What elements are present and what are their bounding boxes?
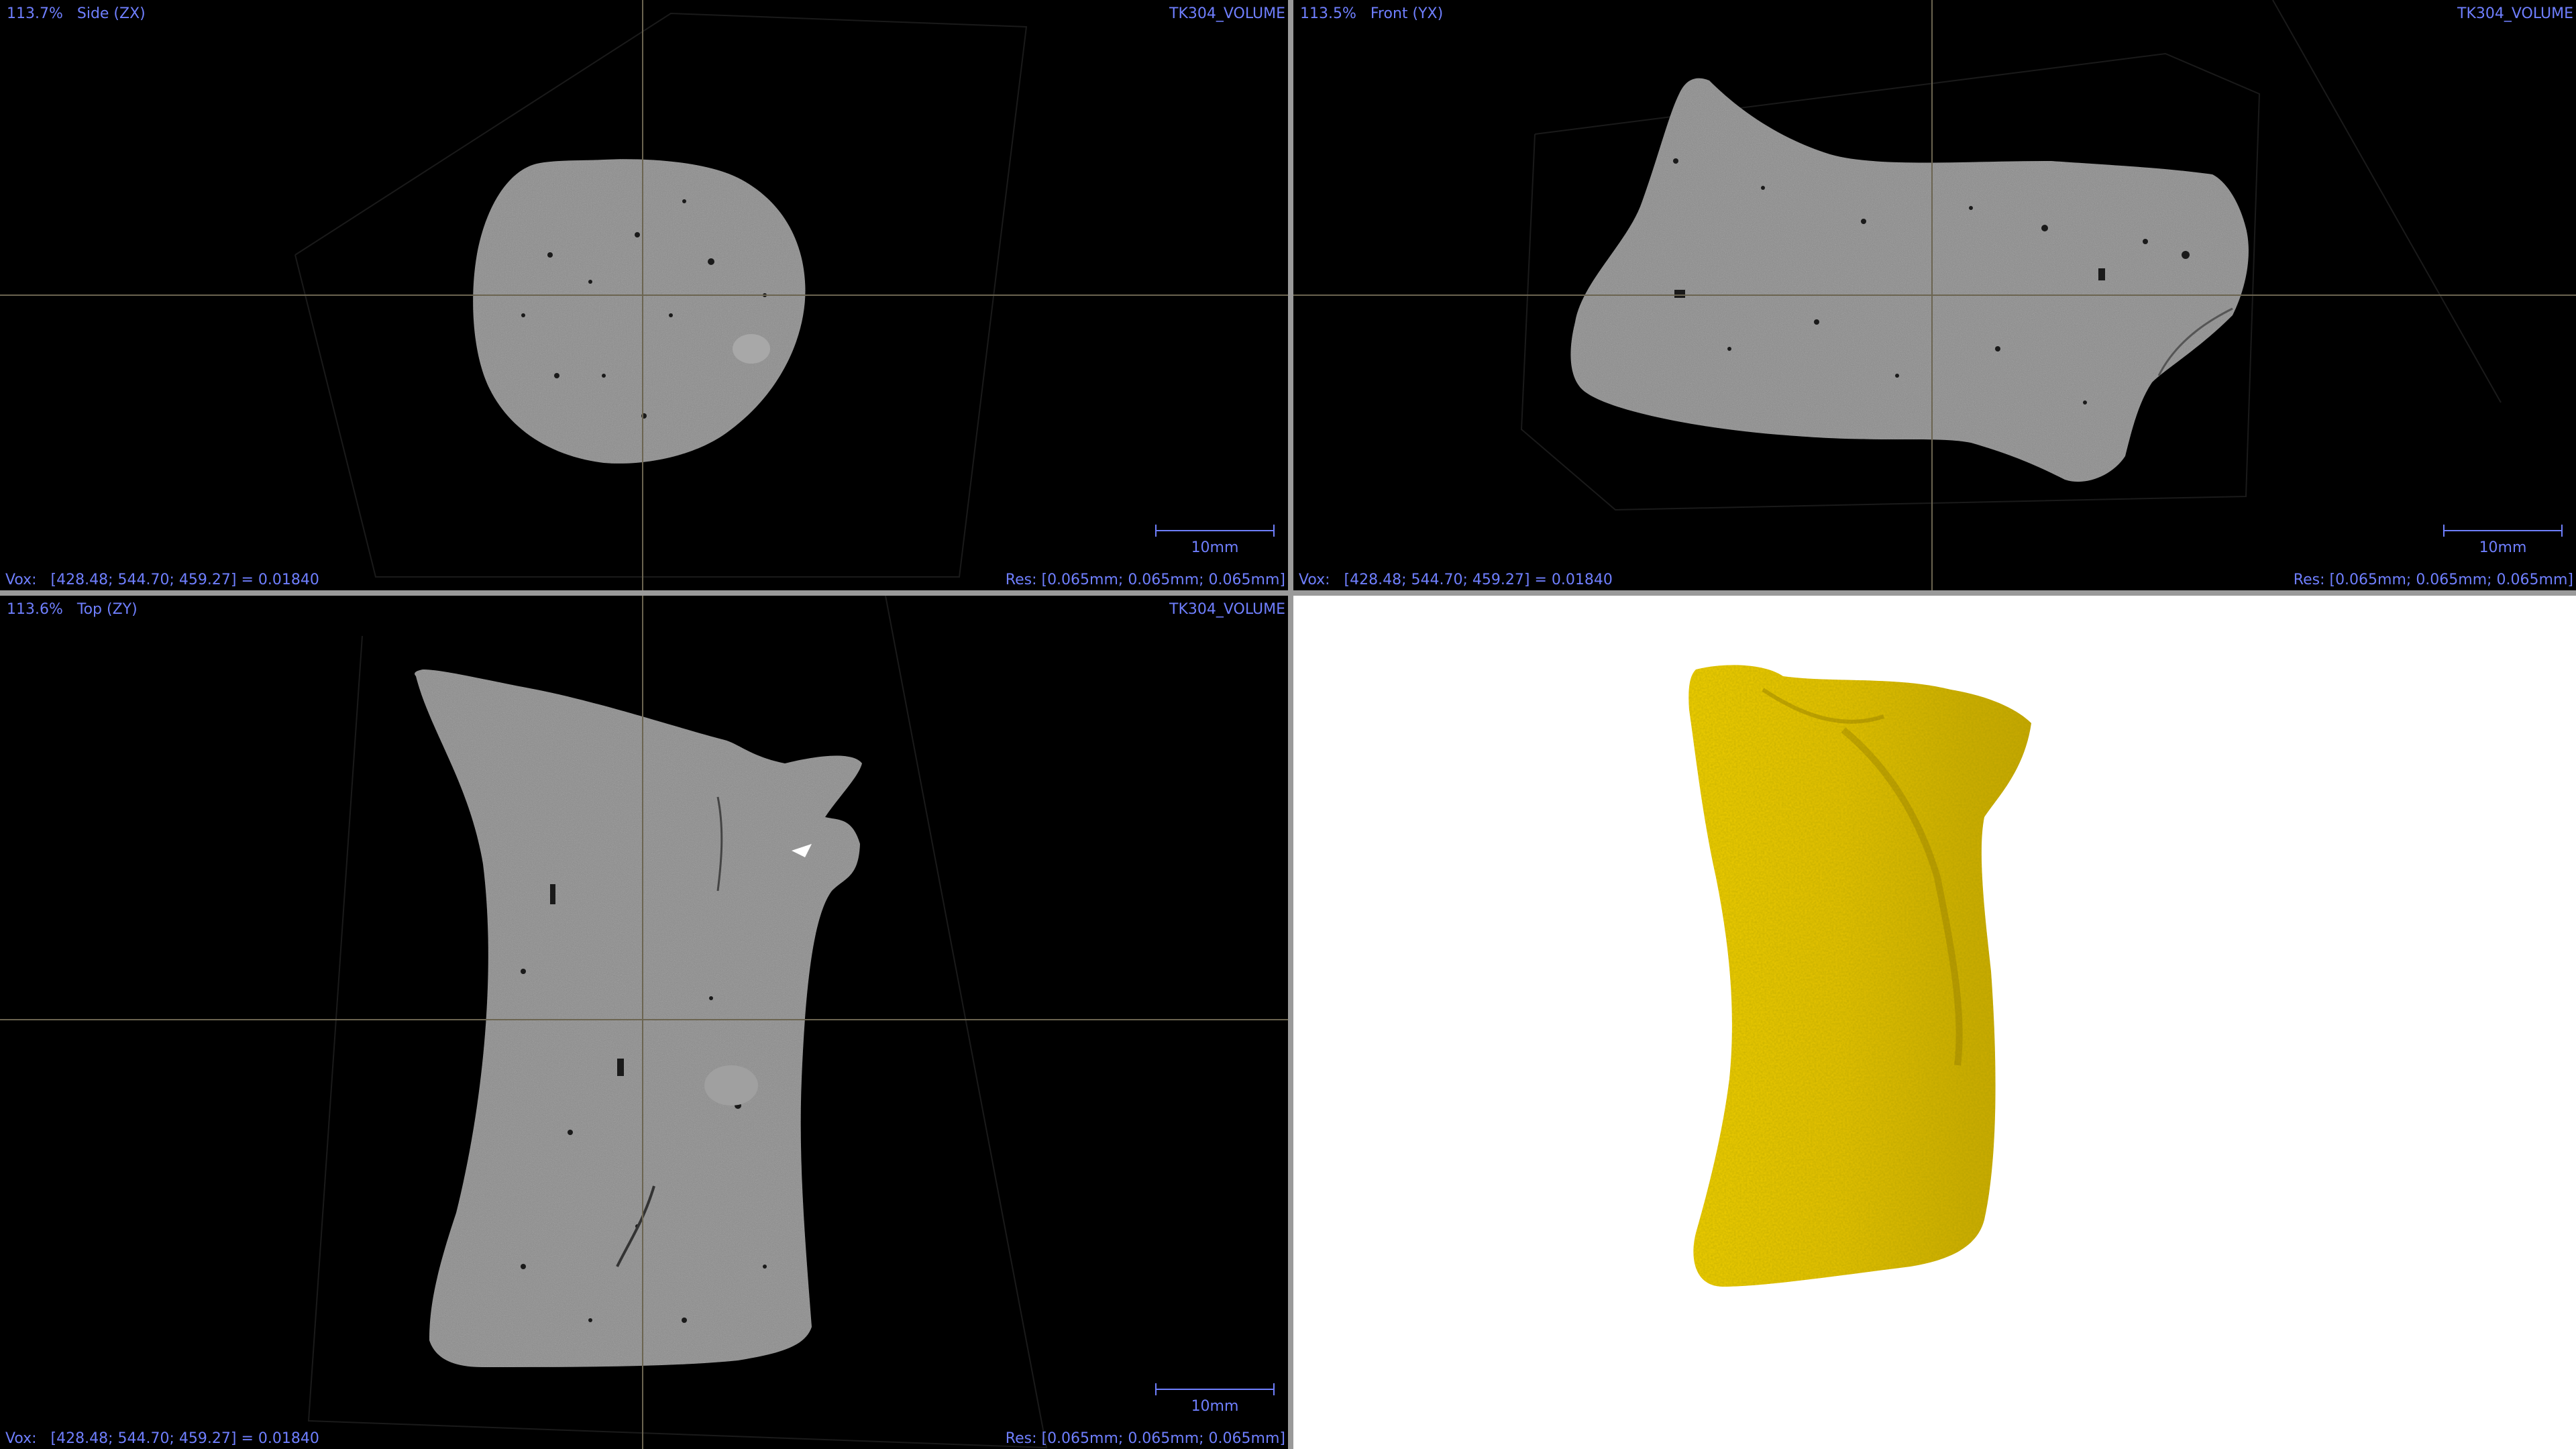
side-zx-viewport[interactable]: 113.7% Side (ZX) TK304_VOLUME Vox: [428.… xyxy=(0,0,1288,590)
scale-bar: 10mm xyxy=(1155,525,1275,556)
vox-readout: Vox: [428.48; 544.70; 459.27] = 0.01840 xyxy=(5,572,319,588)
side-slice-canvas[interactable] xyxy=(0,0,1288,590)
3d-bone-model xyxy=(1688,665,2031,1287)
res-readout: Res: [0.065mm; 0.065mm; 0.065mm] xyxy=(2293,572,2573,588)
front-slice-canvas[interactable] xyxy=(1293,0,2576,590)
scale-bar-label: 10mm xyxy=(1191,539,1239,556)
front-cross-section xyxy=(1570,78,2249,482)
scale-bar-label: 10mm xyxy=(2479,539,2527,556)
crosshair xyxy=(0,0,1288,590)
3d-model-canvas[interactable] xyxy=(1293,596,2576,1449)
volume-name-label: TK304_VOLUME xyxy=(1169,601,1285,618)
zoom-view-label: 113.7% Side (ZX) xyxy=(7,5,146,22)
res-readout: Res: [0.065mm; 0.065mm; 0.065mm] xyxy=(1005,572,1285,588)
res-readout: Res: [0.065mm; 0.065mm; 0.065mm] xyxy=(1005,1430,1285,1447)
crosshair xyxy=(1293,0,2576,590)
volume-name-label: TK304_VOLUME xyxy=(2457,5,2573,22)
vox-readout: Vox: [428.48; 544.70; 459.27] = 0.01840 xyxy=(5,1430,319,1447)
vox-readout: Vox: [428.48; 544.70; 459.27] = 0.01840 xyxy=(1299,572,1613,588)
scale-bar: 10mm xyxy=(2443,525,2563,556)
3d-render-viewport[interactable] xyxy=(1293,596,2576,1449)
scale-bar-label: 10mm xyxy=(1191,1398,1239,1415)
side-cross-section xyxy=(473,159,806,464)
front-yx-viewport[interactable]: 113.5% Front (YX) TK304_VOLUME Vox: [428… xyxy=(1293,0,2576,590)
zoom-view-label: 113.6% Top (ZY) xyxy=(7,601,138,618)
top-zy-viewport[interactable]: 113.6% Top (ZY) TK304_VOLUME Vox: [428.4… xyxy=(0,596,1288,1449)
scale-bar: 10mm xyxy=(1155,1383,1275,1415)
volume-name-label: TK304_VOLUME xyxy=(1169,5,1285,22)
top-slice-canvas[interactable] xyxy=(0,596,1288,1449)
viewport-divider-vertical[interactable] xyxy=(1288,0,1293,1449)
zoom-view-label: 113.5% Front (YX) xyxy=(1300,5,1444,22)
viewport-divider-horizontal[interactable] xyxy=(0,590,2576,596)
top-cross-section xyxy=(415,669,862,1367)
